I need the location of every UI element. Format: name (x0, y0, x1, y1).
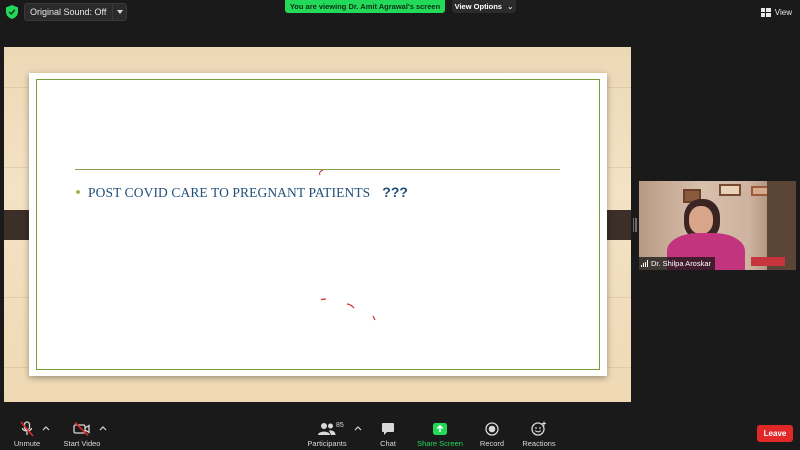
split-view-handle[interactable] (633, 218, 638, 232)
chevron-up-icon[interactable] (42, 424, 50, 432)
record-button[interactable]: Record (478, 418, 506, 450)
record-label: Record (479, 439, 505, 448)
shield-check-icon[interactable] (6, 5, 18, 19)
leave-button[interactable]: Leave (757, 425, 793, 442)
bullet-text: POST COVID CARE TO PREGNANT PATIENTS (88, 185, 371, 200)
bullet-dot (76, 190, 80, 194)
presentation-slide: POST COVID CARE TO PREGNANT PATIENTS ??? (29, 73, 607, 376)
view-options-label: View Options (454, 2, 502, 11)
pen-mark (372, 316, 376, 321)
grid-view-icon (760, 7, 771, 17)
chat-button[interactable]: Chat (374, 418, 402, 450)
view-button[interactable]: View (760, 5, 792, 19)
original-sound-label: Original Sound: Off (30, 7, 107, 17)
pen-mark (321, 298, 327, 301)
start-video-label: Start Video (63, 439, 101, 448)
participants-label: Participants (307, 439, 347, 448)
participant-face (689, 206, 713, 234)
video-off-icon (73, 421, 90, 436)
top-bar: Original Sound: Off You are viewing Dr. … (0, 0, 800, 24)
start-video-button[interactable]: Start Video (62, 418, 102, 450)
unmute-label: Unmute (13, 439, 41, 448)
reactions-label: Reactions (522, 439, 556, 448)
chat-label: Chat (380, 439, 396, 448)
shared-screen[interactable]: POST COVID CARE TO PREGNANT PATIENTS ??? (4, 47, 631, 402)
meeting-toolbar: Unmute Start Video Participants 85 Chat … (0, 418, 800, 450)
view-options-button[interactable]: View Options ⌄ (452, 0, 516, 13)
chat-icon (382, 422, 394, 435)
participants-count: 85 (336, 422, 344, 429)
participants-icon (318, 422, 336, 435)
wall-frame (719, 184, 741, 196)
participant-name-label: Dr. Shilpa Aroskar (639, 257, 716, 270)
muted-mic-icon (20, 420, 34, 437)
chevron-up-icon[interactable] (354, 424, 362, 432)
signal-icon (641, 260, 648, 267)
slide-border (36, 79, 600, 370)
pen-mark (347, 303, 355, 309)
chevron-down-icon[interactable] (112, 4, 126, 20)
zoom-meeting-window: Original Sound: Off You are viewing Dr. … (0, 0, 800, 450)
slide-bullet: POST COVID CARE TO PREGNANT PATIENTS ??? (76, 184, 408, 201)
bullet-question-marks: ??? (382, 184, 408, 200)
original-sound-button[interactable]: Original Sound: Off (24, 3, 128, 21)
background-red-object (751, 257, 785, 266)
slide-title-rule (75, 169, 560, 170)
record-icon (485, 421, 499, 436)
reactions-icon (531, 421, 546, 436)
participant-video-tile[interactable]: Dr. Shilpa Aroskar (639, 181, 796, 270)
pen-mark (319, 170, 324, 176)
chevron-down-icon: ⌄ (507, 2, 514, 11)
reactions-button[interactable]: Reactions (522, 418, 556, 450)
share-screen-label: Share Screen (417, 439, 463, 448)
share-screen-button[interactable]: Share Screen (417, 418, 463, 450)
view-label: View (774, 7, 792, 17)
unmute-button[interactable]: Unmute (12, 418, 42, 450)
participant-name: Dr. Shilpa Aroskar (651, 259, 712, 268)
share-screen-icon (433, 422, 447, 435)
viewing-screen-banner: You are viewing Dr. Amit Agrawal's scree… (285, 0, 445, 13)
chevron-up-icon[interactable] (99, 424, 107, 432)
